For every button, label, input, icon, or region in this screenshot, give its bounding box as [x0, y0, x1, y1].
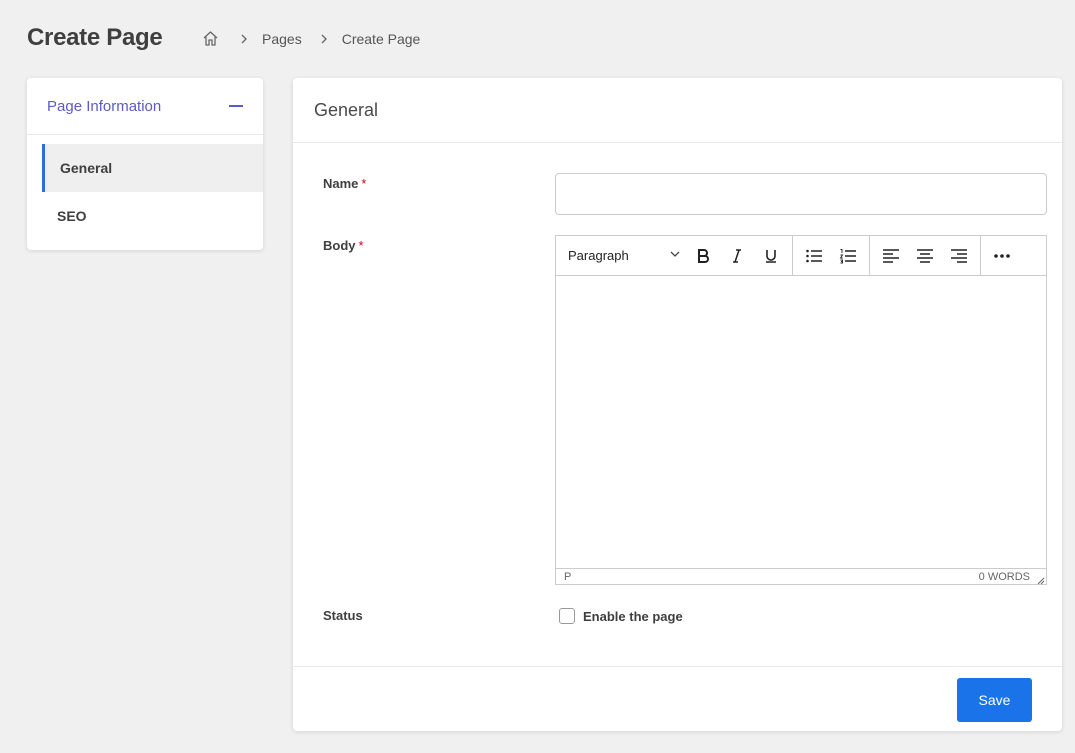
body-label: Body *	[323, 238, 364, 253]
editor-toolbar: Paragraph	[556, 235, 1046, 276]
enable-page-label[interactable]: Enable the page	[583, 609, 683, 624]
required-mark: *	[358, 238, 364, 253]
align-right-icon[interactable]	[942, 239, 976, 273]
minus-icon[interactable]	[229, 105, 243, 107]
breadcrumb: Pages Create Page	[202, 30, 420, 47]
numbered-list-icon[interactable]	[831, 239, 865, 273]
editor-status-bar: P 0 WORDS	[556, 568, 1046, 585]
save-button[interactable]: Save	[957, 678, 1032, 722]
align-group	[870, 235, 981, 276]
name-input[interactable]	[555, 173, 1047, 215]
body-label-text: Body	[323, 238, 356, 253]
format-group: Paragraph	[556, 235, 793, 276]
chevron-right-icon	[237, 32, 251, 46]
general-form-card: General Name * Body * Paragraph P 0 WORD…	[293, 78, 1062, 731]
word-count[interactable]: 0 WORDS	[979, 571, 1030, 583]
enable-page-option[interactable]: Enable the page	[559, 608, 683, 624]
more-icon[interactable]	[985, 239, 1019, 273]
name-label-text: Name	[323, 176, 359, 191]
name-label: Name *	[323, 176, 366, 191]
bold-icon[interactable]	[686, 239, 720, 273]
align-left-icon[interactable]	[874, 239, 908, 273]
enable-page-checkbox[interactable]	[559, 608, 575, 624]
breadcrumb-current: Create Page	[341, 30, 421, 47]
form-footer: Save	[293, 666, 1062, 731]
bullet-list-icon[interactable]	[797, 239, 831, 273]
breadcrumb-pages-link[interactable]: Pages	[262, 31, 302, 47]
resize-handle-icon[interactable]	[1037, 576, 1045, 585]
editor-content-area[interactable]	[556, 276, 1046, 568]
chevron-right-icon	[317, 32, 331, 46]
required-mark: *	[361, 176, 367, 191]
underline-icon[interactable]	[754, 239, 788, 273]
element-path[interactable]: P	[564, 571, 571, 583]
page-title: Create Page	[27, 24, 163, 51]
block-format-select[interactable]: Paragraph	[556, 247, 686, 264]
page-information-panel: Page Information General SEO	[27, 78, 263, 250]
home-icon[interactable]	[202, 30, 219, 47]
panel-title: Page Information	[47, 97, 162, 115]
chevron-down-icon	[668, 247, 682, 264]
list-group	[793, 235, 870, 276]
italic-icon[interactable]	[720, 239, 754, 273]
body-rich-text-editor: Paragraph P 0 WORDS	[555, 235, 1047, 585]
panel-header[interactable]: Page Information	[27, 78, 263, 135]
align-center-icon[interactable]	[908, 239, 942, 273]
section-title: General	[293, 78, 1062, 143]
more-group	[981, 236, 1023, 276]
sidebar-item-general[interactable]: General	[42, 144, 263, 192]
format-select-value: Paragraph	[568, 248, 629, 263]
status-label: Status	[323, 608, 363, 623]
sidebar-item-seo[interactable]: SEO	[27, 192, 263, 240]
